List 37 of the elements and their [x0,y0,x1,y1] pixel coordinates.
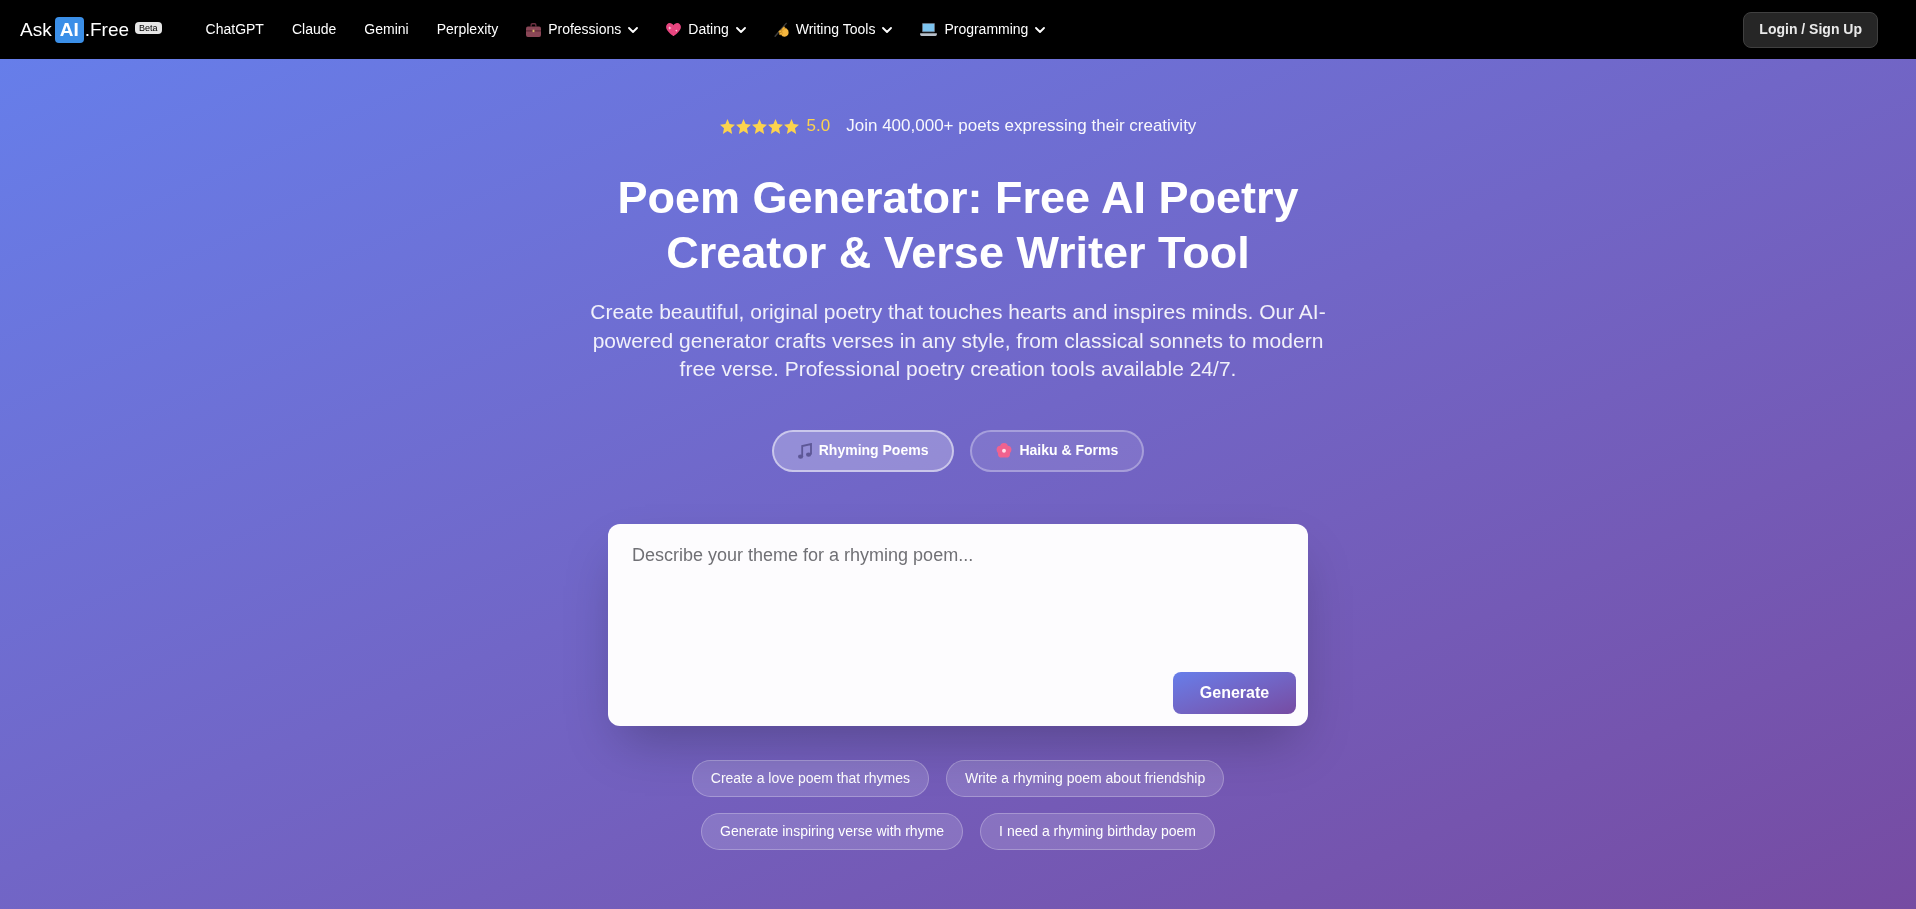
chevron-down-icon [628,26,639,33]
briefcase-icon [526,22,542,37]
laptop-icon [920,23,938,36]
logo-text[interactable]: .Free [84,16,130,43]
flower-icon [996,443,1013,458]
writing-hand-icon [773,22,789,37]
star-icon [735,118,751,134]
nav-menu[interactable]: Writing Tools [759,11,907,48]
nav-link[interactable]: Claude [277,11,351,48]
nav-menu[interactable]: Dating [652,11,760,48]
chevron-down-icon [1035,26,1046,33]
nav-menu[interactable]: Professions [512,11,653,48]
nav-menu[interactable]: Programming [906,11,1060,48]
heart-icon [666,23,682,36]
suggestion-chip[interactable]: Write a rhyming poem about friendship [946,759,1225,797]
rating-text: Join 400,000+ poets expressing their creativity [846,115,1197,138]
nav-link[interactable]: Gemini [350,11,423,48]
nav-link[interactable]: ChatGPT [191,11,278,48]
generate-button[interactable]: Generate [1173,671,1296,714]
star-icon [751,118,767,134]
login-signup-button[interactable]: Login / Sign Up [1743,11,1878,48]
nav-link[interactable]: Perplexity [422,11,513,48]
logo-text[interactable]: Ask [20,16,52,43]
chevron-down-icon [735,26,746,33]
page-description: Create beautiful, original poetry that touches hearts and inspires minds. Our AI-powered generator crafts verses in any style, from classical sonnets to modern free verse. Professional poetry creation tools available 24/7. [589,299,1327,382]
tab[interactable]: Haiku & Forms [970,429,1145,472]
music-note-icon [797,442,812,459]
star-icon [719,118,735,134]
suggestion-chip[interactable]: I need a rhyming birthday poem [980,812,1215,850]
star-icon [783,118,799,134]
star-icon [767,118,783,134]
suggestion-chip[interactable]: Generate inspiring verse with rhyme [701,812,964,850]
chevron-down-icon [882,26,893,33]
suggestion-chip[interactable]: Create a love poem that rhymes [691,759,929,797]
beta-badge: Beta [135,21,162,34]
page-title: Poem Generator: Free AI Poetry Creator & Verse Writer Tool [616,171,1300,280]
rating-score: 5.0 [806,115,831,138]
